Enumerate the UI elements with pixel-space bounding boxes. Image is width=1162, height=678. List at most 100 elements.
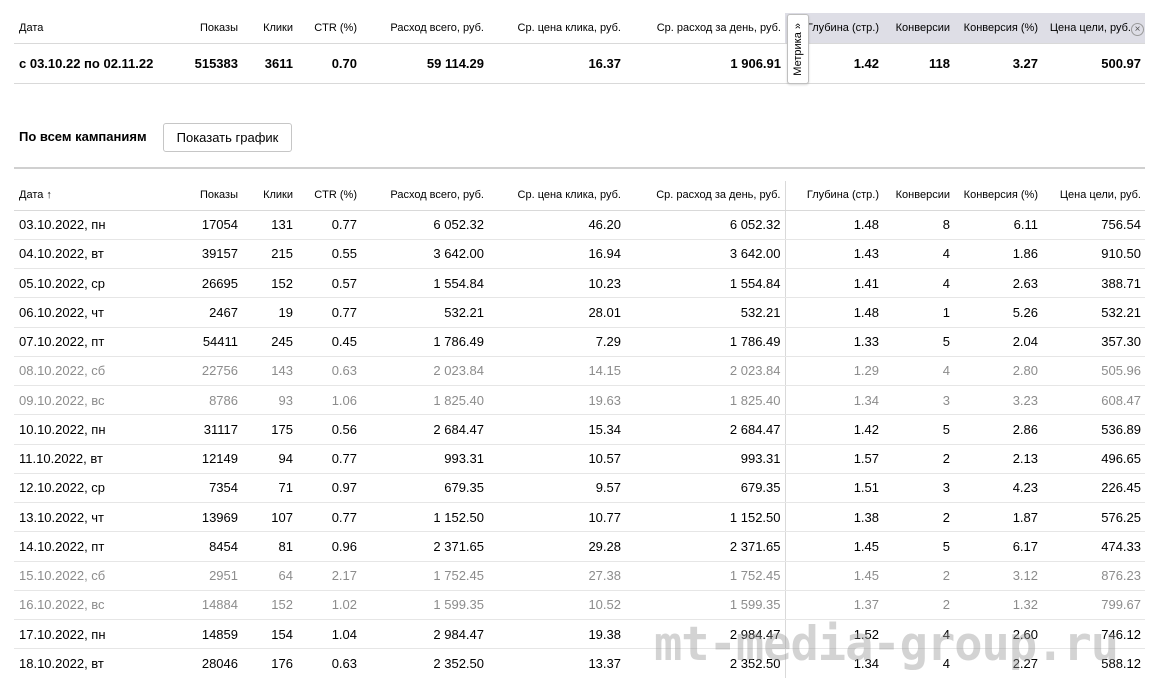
row-conversion-rate: 2.27 [1012,656,1038,672]
summary-header-date[interactable]: Дата [14,13,164,44]
row-goal-price: 608.47 [1042,385,1145,416]
row-conversion-rate: 3.12 [954,561,1042,591]
row-goal-price: 474.33 [1042,531,1145,562]
table-row: 09.10.2022, вс 8786 93 1.06 1 825.40 19.63 1 8… [14,385,1145,416]
row-shows: 39157 [164,239,242,270]
row-ctr: 0.77 [297,502,361,533]
table-row: 14.10.2022, пт 8454 81 0.96 2 371.65 29.28 2 3… [14,531,1145,562]
row-shows: 54411 [164,327,242,357]
column-header-conversions[interactable]: Конверсии [883,181,954,211]
summary-header-row: Дата Показы Клики CTR (%) Расход всего, … [14,13,1145,44]
row-cpc: 9.57 [488,473,625,504]
row-conversions: 4 [883,268,954,299]
row-conversion-rate: 6.11 [954,210,1042,240]
row-conversion-rate: 3.23 [954,385,1042,416]
summary-header-clicks[interactable]: Клики [242,13,297,44]
close-icon[interactable]: × [1131,23,1144,36]
row-clicks: 154 [242,619,297,650]
daily-stats-body: 03.10.2022, пн 17054 131 0.77 6 052.32 46.20 6… [14,210,1145,678]
row-cpc: 13.37 [588,656,621,672]
row-goal-price: 357.30 [1042,327,1145,357]
row-spend: 1 152.50 [361,502,488,533]
column-header-clicks[interactable]: Клики [242,181,297,211]
column-header-spend[interactable]: Расход всего, руб. [361,181,488,211]
row-ctr: 0.96 [297,531,361,562]
row-conversions: 3 [883,473,954,504]
row-shows: 8454 [164,531,242,562]
row-conversion-rate: 1.32 [954,590,1042,621]
metrika-toggle-button[interactable]: Метрика » [787,14,809,84]
row-shows: 28046 [201,656,238,672]
row-ctr: 0.56 [297,414,361,445]
summary-value: 3611 [242,43,297,84]
row-daily-spend: 1 752.45 [625,561,786,591]
summary-period: с 03.10.22 по 02.11.22 [14,43,164,84]
column-header-date-sort[interactable]: Дата ↑ [14,181,164,211]
row-ctr: 0.97 [297,473,361,504]
row-clicks: 175 [242,414,297,445]
summary-value: 515383 [164,43,242,84]
row-goal-price: 226.45 [1042,473,1145,504]
column-header-cpc[interactable]: Ср. цена клика, руб. [488,181,625,211]
summary-header-ctr[interactable]: CTR (%) [297,13,361,44]
table-row: 15.10.2022, сб 2951 64 2.17 1 752.45 27.38 1 7… [14,561,1145,591]
row-date: 08.10.2022, сб [14,356,164,387]
row-spend: 2 371.65 [361,531,488,562]
row-ctr: 0.63 [331,656,357,672]
row-spend: 3 642.00 [361,239,488,270]
column-header-daily-spend[interactable]: Ср. расход за день, руб. [625,181,786,211]
row-goal-price: 588.12 [1101,656,1141,672]
row-conversion-rate: 2.63 [954,268,1042,299]
row-clicks: 81 [242,531,297,562]
row-depth: 1.34 [853,656,879,672]
row-cpc: 10.77 [488,502,625,533]
row-date: 12.10.2022, ср [14,473,164,504]
data-header-row: Дата ↑ Показы Клики CTR (%) Расход всего… [14,181,1145,211]
column-header-shows[interactable]: Показы [164,181,242,211]
summary-header-shows[interactable]: Показы [164,13,242,44]
column-header-conversion-rate[interactable]: Конверсия (%) [954,181,1042,211]
summary-header-daily-spend[interactable]: Ср. расход за день, руб. [625,13,785,44]
row-clicks: 19 [242,297,297,328]
row-date: 17.10.2022, пн [14,619,164,650]
row-conversions: 5 [883,414,954,445]
row-conversions: 2 [883,502,954,533]
row-daily-spend: 993.31 [625,444,786,474]
row-conversion-rate: 2.60 [954,619,1042,650]
row-conversions: 8 [883,210,954,240]
row-conversion-rate: 6.17 [954,531,1042,562]
row-conversions: 1 [883,297,954,328]
row-cpc: 29.28 [488,531,625,562]
column-header-ctr[interactable]: CTR (%) [297,181,361,211]
row-date: 18.10.2022, вт [19,656,104,672]
column-header-depth[interactable]: Глубина (стр.) [785,181,883,211]
show-chart-button[interactable]: Показать график [163,123,292,152]
row-clicks: 215 [242,239,297,270]
row-goal-price: 536.89 [1042,414,1145,445]
row-conversions: 3 [883,385,954,416]
row-depth: 1.51 [785,473,883,504]
table-row: 08.10.2022, сб 22756 143 0.63 2 023.84 14.15 2… [14,356,1145,387]
column-header-goal-price[interactable]: Цена цели, руб. [1042,181,1145,211]
row-date: 04.10.2022, вт [14,239,164,270]
row-depth: 1.45 [785,561,883,591]
summary-header-goal-price[interactable]: Цена цели, руб. [1042,13,1145,44]
row-clicks: 93 [242,385,297,416]
row-goal-price: 756.54 [1042,210,1145,240]
row-spend: 993.31 [361,444,488,474]
row-daily-spend: 6 052.32 [625,210,786,240]
row-shows: 2467 [164,297,242,328]
summary-header-conversion-rate[interactable]: Конверсия (%) [954,13,1042,44]
summary-header-conversions[interactable]: Конверсии [883,13,954,44]
summary-header-spend[interactable]: Расход всего, руб. [361,13,488,44]
row-conversion-rate: 1.86 [954,239,1042,270]
row-clicks: 152 [242,590,297,621]
row-goal-price: 746.12 [1042,619,1145,650]
summary-value: 118 [883,43,954,84]
row-cpc: 46.20 [488,210,625,240]
summary-header-cpc[interactable]: Ср. цена клика, руб. [488,13,625,44]
row-cpc: 19.38 [488,619,625,650]
row-conversion-rate: 2.86 [954,414,1042,445]
row-spend: 532.21 [361,297,488,328]
table-row: 07.10.2022, пт 54411 245 0.45 1 786.49 7.29 1 … [14,327,1145,357]
